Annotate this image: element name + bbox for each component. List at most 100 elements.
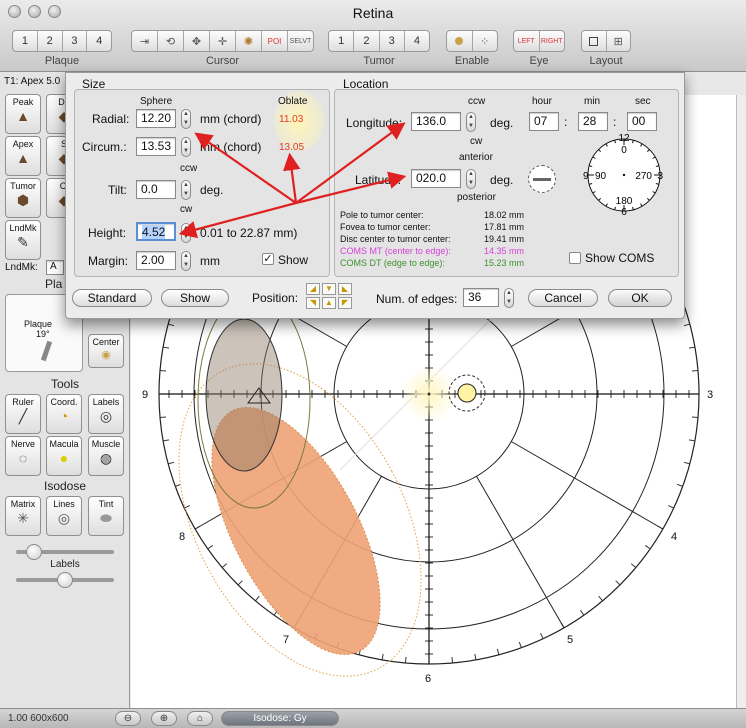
edges-input[interactable]: 36 — [463, 288, 499, 307]
longitude-label: Longitude: — [346, 116, 403, 130]
latitude-stepper[interactable]: ▲ ▼ — [466, 169, 476, 189]
hour-min-separator: : — [564, 115, 568, 129]
peak-tool[interactable]: Peak ▲ — [5, 94, 41, 134]
clock-label-4: 4 — [671, 531, 677, 543]
min-input[interactable]: 28 — [578, 112, 608, 131]
move-cursor-icon[interactable]: ✥ — [184, 31, 210, 51]
cross-cursor-icon[interactable]: ✛ — [210, 31, 236, 51]
ruler-tool[interactable]: Ruler ╱ — [5, 394, 41, 434]
hour-input[interactable]: 07 — [529, 112, 559, 131]
lines-tool-label: Lines — [53, 499, 75, 509]
labels-slider-label: Labels — [50, 559, 80, 570]
sec-input[interactable]: 00 — [627, 112, 657, 131]
margin-stepper[interactable]: ▲ ▼ — [181, 251, 191, 271]
lines-tool[interactable]: Lines ◎ — [46, 496, 82, 536]
labels-slider[interactable] — [16, 572, 114, 588]
clock-label-5: 5 — [567, 634, 573, 646]
muscle-tool[interactable]: Muscle ◍ — [88, 436, 124, 476]
ok-button[interactable]: OK — [608, 289, 672, 307]
opacity-slider-knob[interactable] — [25, 544, 42, 560]
nerve-tool[interactable]: Nerve ◌ — [5, 436, 41, 476]
position-bottom-icon[interactable]: ▲ — [322, 297, 336, 309]
opacity-slider[interactable] — [16, 544, 114, 560]
selvt-cursor-text: SELVT — [289, 37, 312, 45]
zoom-in-button[interactable]: ⊕ — [151, 711, 177, 726]
show-button[interactable]: Show — [161, 289, 229, 307]
tumor-4-button[interactable]: 4 — [405, 31, 429, 51]
ruler-tool-label: Ruler — [12, 397, 34, 407]
dial-label-90: 90 — [595, 171, 607, 182]
tumor-1-button[interactable]: 1 — [329, 31, 355, 51]
gear-cursor-icon[interactable]: ✺ — [236, 31, 262, 51]
rotate-cursor-icon[interactable]: ⟲ — [158, 31, 184, 51]
latitude-input[interactable]: 020.0 — [411, 169, 461, 188]
tint-tool[interactable]: Tint ⬬ — [88, 496, 124, 536]
plaque-3-button[interactable]: 3 — [63, 31, 88, 51]
coord-tool[interactable]: Coord. ◔ — [46, 394, 82, 434]
circum-input[interactable]: 13.53 — [136, 137, 176, 156]
clock-label-6: 6 — [425, 673, 431, 685]
longitude-unit: deg. — [490, 116, 514, 130]
position-top-left-icon[interactable]: ◢ — [306, 283, 320, 295]
edges-stepper[interactable]: ▲ ▼ — [504, 288, 514, 308]
macula-tool[interactable]: Macula ● — [46, 436, 82, 476]
tilt-cw-label: cw — [180, 204, 193, 215]
longitude-stepper[interactable]: ▲ ▼ — [466, 112, 476, 132]
tumor-3-button[interactable]: 3 — [380, 31, 405, 51]
tilt-input[interactable]: 0.0 — [136, 180, 176, 199]
matrix-tool[interactable]: Matrix ✳ — [5, 496, 41, 536]
ring-tick — [630, 563, 637, 568]
home-button[interactable]: ⌂ — [187, 711, 213, 726]
ring-tick — [691, 369, 699, 372]
plaque-1-button[interactable]: 1 — [13, 31, 38, 51]
layout-toolbar-label: Layout — [589, 55, 623, 67]
enable-single-icon[interactable] — [447, 31, 473, 51]
landmark-tool[interactable]: LndMk ✎ — [5, 220, 41, 260]
selvt-cursor-icon[interactable]: SELVT — [288, 31, 313, 51]
position-top-right-icon[interactable]: ◣ — [338, 283, 352, 295]
apex-tool[interactable]: Apex ▲ — [5, 136, 41, 176]
radial-input[interactable]: 12.20 — [136, 109, 176, 128]
tilt-stepper[interactable]: ▲ ▼ — [181, 180, 191, 200]
zoom-out-icon: ⊖ — [123, 713, 133, 724]
landmark-select[interactable]: A — [46, 260, 64, 275]
layout-single-icon[interactable] — [582, 31, 607, 51]
fovea-dot — [427, 392, 431, 396]
tumor-tool[interactable]: Tumor ⬢ — [5, 178, 41, 218]
position-top-icon[interactable]: ▼ — [322, 283, 336, 295]
arrow-cursor-icon[interactable]: ⇥ — [132, 31, 158, 51]
circum-stepper[interactable]: ▲ ▼ — [181, 137, 191, 157]
labels-tool[interactable]: Labels ◎ — [88, 394, 124, 434]
ring-tick — [163, 439, 170, 442]
cancel-button[interactable]: Cancel — [528, 289, 598, 307]
height-stepper[interactable]: ▲ ▼ — [181, 223, 191, 243]
height-input-value: 4.52 — [142, 225, 166, 239]
labels-slider-knob[interactable] — [57, 572, 73, 588]
position-bottom-left-icon[interactable]: ◥ — [306, 297, 320, 309]
clock-dial[interactable]: 12 0 3 270 6 180 9 90 — [582, 131, 666, 215]
tint-tool-label: Tint — [98, 499, 114, 509]
radial-stepper[interactable]: ▲ ▼ — [181, 109, 191, 129]
zoom-out-button[interactable]: ⊖ — [115, 711, 141, 726]
eye-right-button[interactable]: RIGHT — [540, 31, 565, 51]
tumor-2-button[interactable]: 2 — [354, 31, 380, 51]
position-bottom-right-icon[interactable]: ◤ — [338, 297, 352, 309]
height-input[interactable]: 4.52 — [136, 222, 176, 241]
enable-multi-icon[interactable]: ⁘ — [473, 31, 498, 51]
margin-input[interactable]: 2.00 — [136, 251, 176, 270]
show-margin-checkbox[interactable]: ✓ — [262, 253, 274, 265]
radial-label: Radial: — [92, 112, 130, 126]
center-button[interactable]: Center ◉ — [88, 334, 124, 368]
plaque-2-button[interactable]: 2 — [38, 31, 63, 51]
standard-button[interactable]: Standard — [72, 289, 152, 307]
margin-unit: mm — [200, 254, 220, 268]
measure-coms-dt-value: 15.23 mm — [483, 258, 524, 268]
poi-cursor-icon[interactable]: POI — [262, 31, 288, 51]
layout-grid-icon[interactable]: ⊞ — [607, 31, 631, 51]
plaque-4-button[interactable]: 4 — [87, 31, 111, 51]
vertical-scrollbar[interactable] — [736, 95, 746, 708]
isodose-popup[interactable]: Isodose: Gy — [221, 711, 339, 726]
eye-left-button[interactable]: LEFT — [514, 31, 540, 51]
show-coms-checkbox[interactable] — [569, 252, 581, 264]
longitude-input[interactable]: 136.0 — [411, 112, 461, 131]
